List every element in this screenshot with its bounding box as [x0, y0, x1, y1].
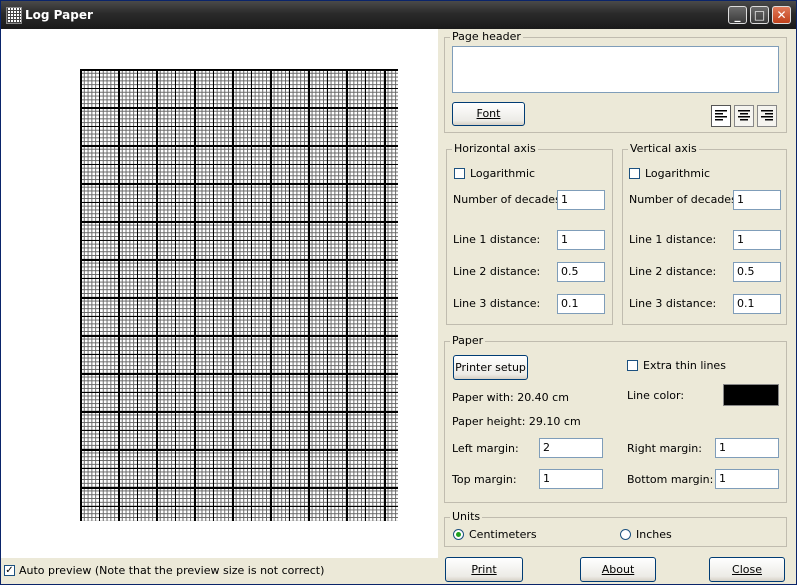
font-button[interactable]: Font: [452, 102, 525, 126]
radio-unselected-icon: [620, 529, 631, 540]
align-left-icon: [715, 110, 727, 121]
align-center-icon: [738, 110, 750, 121]
align-center-button[interactable]: [734, 105, 754, 127]
horizontal-line3-label: Line 3 distance:: [453, 297, 541, 310]
centimeters-radio[interactable]: Centimeters: [453, 528, 537, 541]
font-button-label: Font: [476, 107, 501, 120]
auto-preview-label: Auto preview (Note that the preview size…: [19, 564, 325, 577]
horizontal-line1-label: Line 1 distance:: [453, 233, 541, 246]
close-window-button[interactable]: ✕: [772, 6, 791, 24]
window-title: Log Paper: [25, 8, 93, 22]
extra-thin-lines-label: Extra thin lines: [643, 359, 726, 372]
bottom-margin-label: Bottom margin:: [627, 473, 714, 486]
about-button-label: About: [601, 563, 635, 576]
close-button-label: Close: [732, 563, 762, 576]
title-bar[interactable]: Log Paper _ □ ✕: [1, 1, 796, 29]
horizontal-axis-legend: Horizontal axis: [452, 142, 538, 155]
horizontal-line2-label: Line 2 distance:: [453, 265, 541, 278]
horizontal-line1-input[interactable]: 1: [557, 230, 605, 250]
minimize-button[interactable]: _: [728, 6, 747, 24]
horizontal-decades-label: Number of decades:: [453, 193, 565, 206]
vertical-decades-label: Number of decades:: [629, 193, 741, 206]
paper-preview: [1, 29, 438, 558]
horizontal-decades-input[interactable]: 1: [557, 190, 605, 210]
align-right-icon: [761, 110, 773, 121]
left-margin-label: Left margin:: [452, 442, 519, 455]
right-margin-input[interactable]: 1: [715, 438, 779, 458]
units-legend: Units: [450, 510, 483, 523]
paper-width-text: Paper with: 20.40 cm: [452, 391, 569, 404]
vertical-line1-input[interactable]: 1: [733, 230, 781, 250]
checkmark-icon: ✓: [4, 565, 15, 576]
print-button-label: Print: [471, 563, 497, 576]
inches-radio[interactable]: Inches: [620, 528, 672, 541]
page-header-input[interactable]: [452, 46, 779, 93]
vertical-axis-legend: Vertical axis: [628, 142, 699, 155]
horizontal-line2-input[interactable]: 0.5: [557, 262, 605, 282]
log-paper-window: Log Paper _ □ ✕ ✓ Auto preview (Note tha…: [0, 0, 797, 585]
page-header-legend: Page header: [450, 30, 523, 43]
top-margin-input[interactable]: 1: [539, 469, 603, 489]
vertical-logarithmic-label: Logarithmic: [645, 167, 711, 180]
paper-height-text: Paper height: 29.10 cm: [452, 415, 581, 428]
horizontal-logarithmic-label: Logarithmic: [470, 167, 536, 180]
horizontal-logarithmic-checkbox[interactable]: Logarithmic: [454, 167, 535, 180]
line-color-label: Line color:: [627, 389, 685, 402]
line-color-swatch[interactable]: [723, 384, 779, 406]
printer-setup-button[interactable]: Printer setup: [453, 355, 528, 380]
auto-preview-checkbox[interactable]: ✓ Auto preview (Note that the preview si…: [4, 564, 324, 577]
about-button[interactable]: About: [580, 557, 656, 582]
horizontal-line3-input[interactable]: 0.1: [557, 294, 605, 314]
right-margin-label: Right margin:: [627, 442, 702, 455]
bottom-margin-input[interactable]: 1: [715, 469, 779, 489]
vertical-logarithmic-checkbox[interactable]: Logarithmic: [629, 167, 710, 180]
maximize-button[interactable]: □: [750, 6, 769, 24]
vertical-line3-input[interactable]: 0.1: [733, 294, 781, 314]
centimeters-label: Centimeters: [469, 528, 537, 541]
top-margin-label: Top margin:: [452, 473, 517, 486]
inches-label: Inches: [636, 528, 672, 541]
radio-selected-icon: [453, 529, 464, 540]
checkbox-box: [454, 168, 465, 179]
checkbox-box: [629, 168, 640, 179]
vertical-line1-label: Line 1 distance:: [629, 233, 717, 246]
align-left-button[interactable]: [711, 105, 731, 127]
paper-legend: Paper: [450, 334, 486, 347]
print-button[interactable]: Print: [445, 557, 523, 582]
vertical-line2-label: Line 2 distance:: [629, 265, 717, 278]
vertical-line2-input[interactable]: 0.5: [733, 262, 781, 282]
align-right-button[interactable]: [757, 105, 777, 127]
vertical-line3-label: Line 3 distance:: [629, 297, 717, 310]
graph-paper-grid: [80, 69, 398, 521]
vertical-decades-input[interactable]: 1: [733, 190, 781, 210]
extra-thin-lines-checkbox[interactable]: Extra thin lines: [627, 359, 726, 372]
log-paper-app-icon: [6, 7, 22, 24]
close-button[interactable]: Close: [709, 557, 785, 582]
left-margin-input[interactable]: 2: [539, 438, 603, 458]
checkbox-box: [627, 360, 638, 371]
